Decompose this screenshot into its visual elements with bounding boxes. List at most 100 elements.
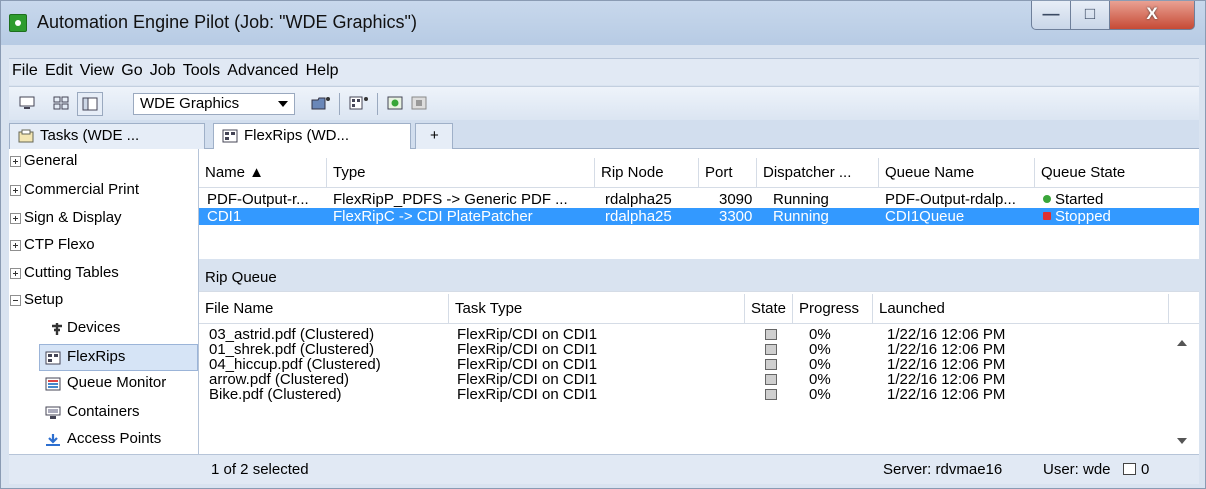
column-header-state[interactable]: State (745, 294, 793, 324)
plus-icon: + (430, 127, 439, 144)
sidebar-item-sign-display[interactable]: Sign & Display (9, 206, 198, 233)
sidebar-item-devices[interactable]: Devices (9, 316, 198, 343)
title-bar[interactable]: Automation Engine Pilot (Job: "WDE Graph… (1, 1, 1205, 45)
collapse-icon[interactable] (10, 295, 21, 306)
menu-view[interactable]: View (80, 59, 114, 80)
tasks-icon (18, 129, 34, 143)
grid-view-icon[interactable] (53, 96, 69, 110)
tab-flexrips-label: FlexRips (WD... (244, 127, 349, 144)
start-icon[interactable] (387, 96, 403, 110)
menu-help[interactable]: Help (306, 59, 339, 80)
panel-toggle-button[interactable] (77, 92, 103, 116)
expand-icon[interactable] (10, 185, 21, 196)
sidebar-item-access-points[interactable]: Access Points (9, 427, 198, 454)
queue-progress: 0% (809, 371, 831, 388)
new-tab-button[interactable]: + (415, 123, 453, 149)
folder-add-icon[interactable] (311, 96, 331, 110)
rip-queue-state-label: Stopped (1055, 208, 1111, 225)
toolbar-separator (377, 93, 378, 115)
sidebar-item-commercial-print[interactable]: Commercial Print (9, 178, 198, 205)
sidebar-item-ctp-flexo[interactable]: CTP Flexo (9, 233, 198, 260)
rip-queue-title: Rip Queue (205, 269, 277, 286)
sidebar-item-general[interactable]: General (9, 149, 198, 176)
menu-go[interactable]: Go (121, 59, 142, 80)
column-header-dispatcher[interactable]: Dispatcher ... (757, 158, 879, 188)
column-header-port[interactable]: Port (699, 158, 757, 188)
queued-state-icon (765, 374, 777, 385)
menu-edit[interactable]: Edit (45, 59, 73, 80)
expand-icon[interactable] (10, 268, 21, 279)
expand-icon[interactable] (10, 240, 21, 251)
tab-flexrips[interactable]: FlexRips (WD... (213, 123, 411, 150)
column-header-label: Launched (879, 300, 945, 317)
monitor-icon[interactable] (19, 96, 35, 110)
rip-queue-name: CDI1Queue (885, 208, 965, 225)
sidebar-item-containers[interactable]: Containers (9, 400, 198, 427)
rip-queue-state-label: Started (1055, 191, 1104, 208)
queue-progress: 0% (809, 386, 831, 403)
list-item[interactable]: arrow.pdf (Clustered) FlexRip/CDI on CDI… (199, 372, 1159, 387)
close-button[interactable]: X (1109, 1, 1195, 30)
column-header-queue-name[interactable]: Queue Name (879, 158, 1035, 188)
column-header-launched[interactable]: Launched (873, 294, 1169, 324)
menu-file[interactable]: File (12, 59, 38, 80)
menu-advanced[interactable]: Advanced (227, 59, 298, 80)
menu-bar: File Edit View Go Job Tools Advanced Hel… (9, 58, 1199, 85)
started-status-icon (1043, 195, 1051, 203)
table-row[interactable]: PDF-Output-r... FlexRipP_PDFS -> Generic… (199, 191, 1199, 208)
minimize-button[interactable]: — (1031, 1, 1071, 30)
queue-launched: 1/22/16 12:06 PM (887, 356, 1006, 373)
stop-icon[interactable] (411, 96, 427, 110)
sidebar-item-label: Sign & Display (24, 209, 122, 226)
list-item[interactable]: Bike.pdf (Clustered) FlexRip/CDI on CDI1… (199, 387, 1159, 402)
queued-state-icon (765, 359, 777, 370)
messages-icon[interactable] (1123, 463, 1136, 475)
sidebar-item-label: General (24, 152, 78, 169)
menu-job[interactable]: Job (150, 59, 176, 80)
maximize-icon: □ (1084, 4, 1096, 23)
column-header-type[interactable]: Type (327, 158, 595, 188)
sidebar-item-label: Cutting Tables (24, 264, 119, 281)
sidebar-item-queue-monitor[interactable]: Queue Monitor (9, 371, 198, 398)
column-header-task-type[interactable]: Task Type (449, 294, 745, 324)
sidebar-item-label: Access Points (67, 430, 162, 447)
scroll-up-icon[interactable] (1177, 340, 1187, 346)
selection-count: 1 of 2 selected (211, 461, 309, 478)
sidebar: General Commercial Print Sign & Display … (9, 149, 199, 454)
expand-icon[interactable] (10, 213, 21, 224)
tab-tasks[interactable]: Tasks (WDE ... (9, 123, 205, 149)
queue-task-type: FlexRip/CDI on CDI1 (457, 386, 598, 403)
rip-port: 3090 (719, 191, 753, 208)
job-combo[interactable]: WDE Graphics (133, 93, 295, 115)
list-item[interactable]: 01_shrek.pdf (Clustered) FlexRip/CDI on … (199, 342, 1159, 357)
flexrip-add-icon[interactable] (349, 96, 369, 110)
status-bar: 1 of 2 selected Server: rdvmae16 User: w… (9, 454, 1199, 484)
sidebar-item-label: Commercial Print (24, 181, 140, 198)
column-header-label: Queue State (1041, 164, 1126, 181)
scroll-down-icon[interactable] (1177, 438, 1187, 444)
queue-monitor-icon (45, 377, 61, 391)
sidebar-item-setup[interactable]: Setup (9, 288, 198, 315)
minimize-icon: — (1042, 4, 1060, 23)
queue-scrollbar[interactable] (1169, 324, 1199, 455)
column-header-progress[interactable]: Progress (793, 294, 873, 324)
menu-tools[interactable]: Tools (183, 59, 220, 80)
list-item[interactable]: 03_astrid.pdf (Clustered) FlexRip/CDI on… (199, 327, 1159, 342)
access-points-icon (46, 434, 60, 446)
expand-icon[interactable] (10, 156, 21, 167)
maximize-button[interactable]: □ (1070, 1, 1110, 30)
column-header-file-name[interactable]: File Name (199, 294, 449, 324)
column-header-queue-state[interactable]: Queue State (1035, 158, 1199, 188)
job-combo-value: WDE Graphics (140, 95, 240, 112)
sidebar-item-label: FlexRips (67, 348, 126, 365)
column-header-label: Task Type (455, 300, 523, 317)
column-header-rip-node[interactable]: Rip Node (595, 158, 699, 188)
sidebar-item-flexrips[interactable]: FlexRips (39, 344, 198, 371)
sidebar-item-cutting-tables[interactable]: Cutting Tables (9, 261, 198, 288)
column-header-name[interactable]: Name ▲ (199, 158, 327, 188)
list-item[interactable]: 04_hiccup.pdf (Clustered) FlexRip/CDI on… (199, 357, 1159, 372)
queue-launched: 1/22/16 12:06 PM (887, 326, 1006, 343)
flexrips-table: Name ▲ Type Rip Node Port Dispatcher ...… (199, 149, 1199, 259)
flexrips-icon (45, 351, 61, 365)
table-row[interactable]: CDI1 FlexRipC -> CDI PlatePatcher rdalph… (199, 208, 1199, 225)
